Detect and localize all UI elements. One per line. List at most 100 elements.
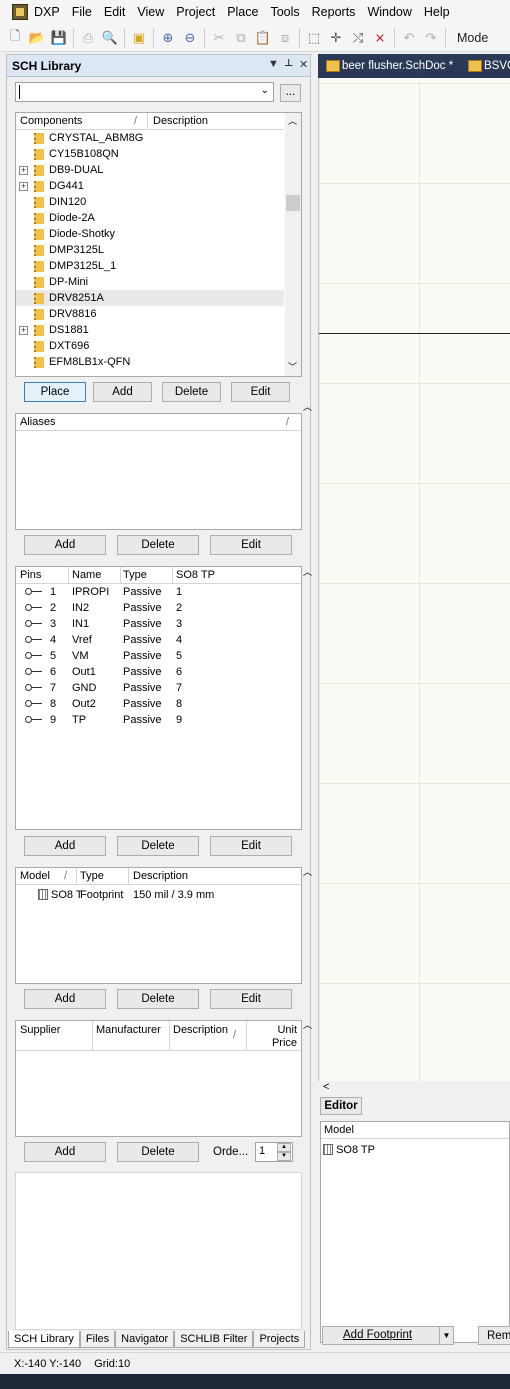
component-row[interactable]: DRV8816 <box>16 306 284 322</box>
component-row[interactable]: CY15B108QN <box>16 146 284 162</box>
pin-row[interactable]: 7 GND Passive 7 <box>16 680 306 696</box>
edit-model-button[interactable]: Edit <box>210 989 292 1009</box>
rubber-stamp-icon[interactable]: ⧈ <box>275 28 295 48</box>
pins-list[interactable]: Pins Name Type SO8 TP 1 IPROPI Passive 1 2 IN… <box>15 566 302 830</box>
mode-button[interactable]: Mode <box>449 31 492 45</box>
delete-model-button[interactable]: Delete <box>117 989 199 1009</box>
delete-component-button[interactable]: Delete <box>162 382 221 402</box>
print-preview-icon[interactable]: 🔍 <box>100 28 120 48</box>
doc-tab-bsvc[interactable]: BSVC <box>464 55 510 77</box>
copy-icon[interactable]: ⧉ <box>231 28 251 48</box>
menu-project[interactable]: Project <box>170 0 221 24</box>
spin-down-icon[interactable]: ▼ <box>277 1152 291 1161</box>
component-row[interactable]: DP-Mini <box>16 274 284 290</box>
panel-menu-icon[interactable]: ▼ <box>268 58 279 70</box>
component-row[interactable]: + DS1881 <box>16 322 284 338</box>
menu-edit[interactable]: Edit <box>98 0 132 24</box>
suppliers-list[interactable]: Supplier Manufacturer Description / Unit… <box>15 1020 302 1137</box>
clear-filter-icon[interactable]: ⨯ <box>370 28 390 48</box>
pin-row[interactable]: 1 IPROPI Passive 1 <box>16 584 306 600</box>
tab-schlib-filter[interactable]: SCHLIB Filter <box>174 1331 254 1348</box>
component-row[interactable]: Diode-2A <box>16 210 284 226</box>
close-icon[interactable]: ✕ <box>299 58 308 71</box>
components-scrollbar[interactable]: ︿ ﹀ <box>285 113 301 376</box>
component-row[interactable]: DMP3125L <box>16 242 284 258</box>
tab-projects[interactable]: Projects <box>253 1331 306 1348</box>
scroll-up-arrow-icon[interactable]: ︿ <box>288 114 297 127</box>
editor-model-list[interactable]: Model SO8 TP <box>320 1121 510 1343</box>
cut-icon[interactable]: ✂ <box>209 28 229 48</box>
splitter[interactable]: ︿ <box>303 400 312 414</box>
scrollbar-thumb[interactable] <box>286 195 300 211</box>
component-row[interactable]: EFM8LB1x-QFN <box>16 354 284 370</box>
new-icon[interactable]: 🗋 <box>5 28 25 48</box>
component-filter-combo[interactable]: ⌄ <box>15 82 274 102</box>
edit-component-button[interactable]: Edit <box>231 382 290 402</box>
add-alias-button[interactable]: Add <box>24 535 106 555</box>
deselect-icon[interactable]: ⤭ <box>348 28 368 48</box>
pin-row[interactable]: 5 VM Passive 5 <box>16 648 306 664</box>
zoom-in-icon[interactable]: ⊕ <box>158 28 178 48</box>
open-project-icon[interactable]: ▣ <box>129 28 149 48</box>
edit-alias-button[interactable]: Edit <box>210 535 292 555</box>
menu-reports[interactable]: Reports <box>306 0 362 24</box>
pin-row[interactable]: 6 Out1 Passive 6 <box>16 664 306 680</box>
schematic-canvas[interactable] <box>318 78 510 1081</box>
spin-up-icon[interactable]: ▲ <box>277 1143 291 1152</box>
delete-supplier-button[interactable]: Delete <box>117 1142 199 1162</box>
model-row[interactable]: SO8 T Footprint 150 mil / 3.9 mm <box>16 887 301 903</box>
pin-row[interactable]: 2 IN2 Passive 2 <box>16 600 306 616</box>
component-row[interactable]: CRYSTAL_ABM8G <box>16 130 284 146</box>
save-icon[interactable]: 💾 <box>49 28 69 48</box>
menu-help[interactable]: Help <box>418 0 456 24</box>
splitter[interactable]: ︿ <box>303 865 312 879</box>
menu-file[interactable]: File <box>66 0 98 24</box>
order-spinner[interactable]: 1 ▲ ▼ <box>255 1142 293 1162</box>
pin-row[interactable]: 4 Vref Passive 4 <box>16 632 306 648</box>
component-row[interactable]: + DB9-DUAL <box>16 162 284 178</box>
add-supplier-button[interactable]: Add <box>24 1142 106 1162</box>
zoom-out-icon[interactable]: ⊖ <box>180 28 200 48</box>
menu-tools[interactable]: Tools <box>264 0 305 24</box>
menu-view[interactable]: View <box>131 0 170 24</box>
editor-model-item[interactable]: SO8 TP <box>323 1142 375 1158</box>
add-pin-button[interactable]: Add <box>24 836 106 856</box>
undo-icon[interactable]: ↶ <box>399 28 419 48</box>
aliases-list[interactable]: Aliases / <box>15 413 302 530</box>
chevron-down-icon[interactable]: ⌄ <box>261 85 269 96</box>
expand-icon[interactable]: + <box>19 182 28 191</box>
add-model-button[interactable]: Add <box>24 989 106 1009</box>
component-row[interactable]: Diode-Shotky <box>16 226 284 242</box>
component-row[interactable]: + DG441 <box>16 178 284 194</box>
move-icon[interactable]: ✛ <box>326 28 346 48</box>
filter-browse-button[interactable]: ... <box>280 84 301 102</box>
component-row[interactable]: DRV8251A <box>16 290 284 306</box>
pin-row[interactable]: 8 Out2 Passive 8 <box>16 696 306 712</box>
select-area-icon[interactable]: ⬚ <box>304 28 324 48</box>
print-icon[interactable]: ⎙ <box>78 28 98 48</box>
splitter[interactable]: ︿ <box>303 565 312 579</box>
component-row[interactable]: DXT696 <box>16 338 284 354</box>
delete-alias-button[interactable]: Delete <box>117 535 199 555</box>
component-row[interactable]: DIN120 <box>16 194 284 210</box>
remove-footprint-button[interactable]: Rem <box>478 1326 510 1345</box>
pin-row[interactable]: 3 IN1 Passive 3 <box>16 616 306 632</box>
add-footprint-button[interactable]: Add Footprint ▼ <box>322 1326 454 1345</box>
scroll-down-arrow-icon[interactable]: ﹀ <box>288 360 297 373</box>
menu-place[interactable]: Place <box>221 0 264 24</box>
open-icon[interactable]: 📂 <box>27 28 47 48</box>
tab-files[interactable]: Files <box>79 1331 116 1348</box>
component-row[interactable]: DMP3125L_1 <box>16 258 284 274</box>
models-list[interactable]: Model / Type Description SO8 T Footprint… <box>15 867 302 984</box>
pin-icon[interactable]: ⊥ <box>284 58 293 69</box>
paste-icon[interactable]: 📋 <box>253 28 273 48</box>
pin-row[interactable]: 9 TP Passive 9 <box>16 712 306 728</box>
scroll-left-arrow[interactable]: < <box>323 1081 329 1093</box>
tab-navigator[interactable]: Navigator <box>115 1331 175 1348</box>
components-list[interactable]: Components / Description CRYSTAL_ABM8G CY… <box>15 112 302 377</box>
doc-tab-beer-flusher[interactable]: beer flusher.SchDoc * <box>322 55 453 77</box>
tab-sch-library[interactable]: SCH Library <box>8 1331 80 1348</box>
add-component-button[interactable]: Add <box>93 382 152 402</box>
editor-tab[interactable]: Editor <box>320 1097 362 1115</box>
splitter[interactable]: ︿ <box>303 1018 312 1032</box>
